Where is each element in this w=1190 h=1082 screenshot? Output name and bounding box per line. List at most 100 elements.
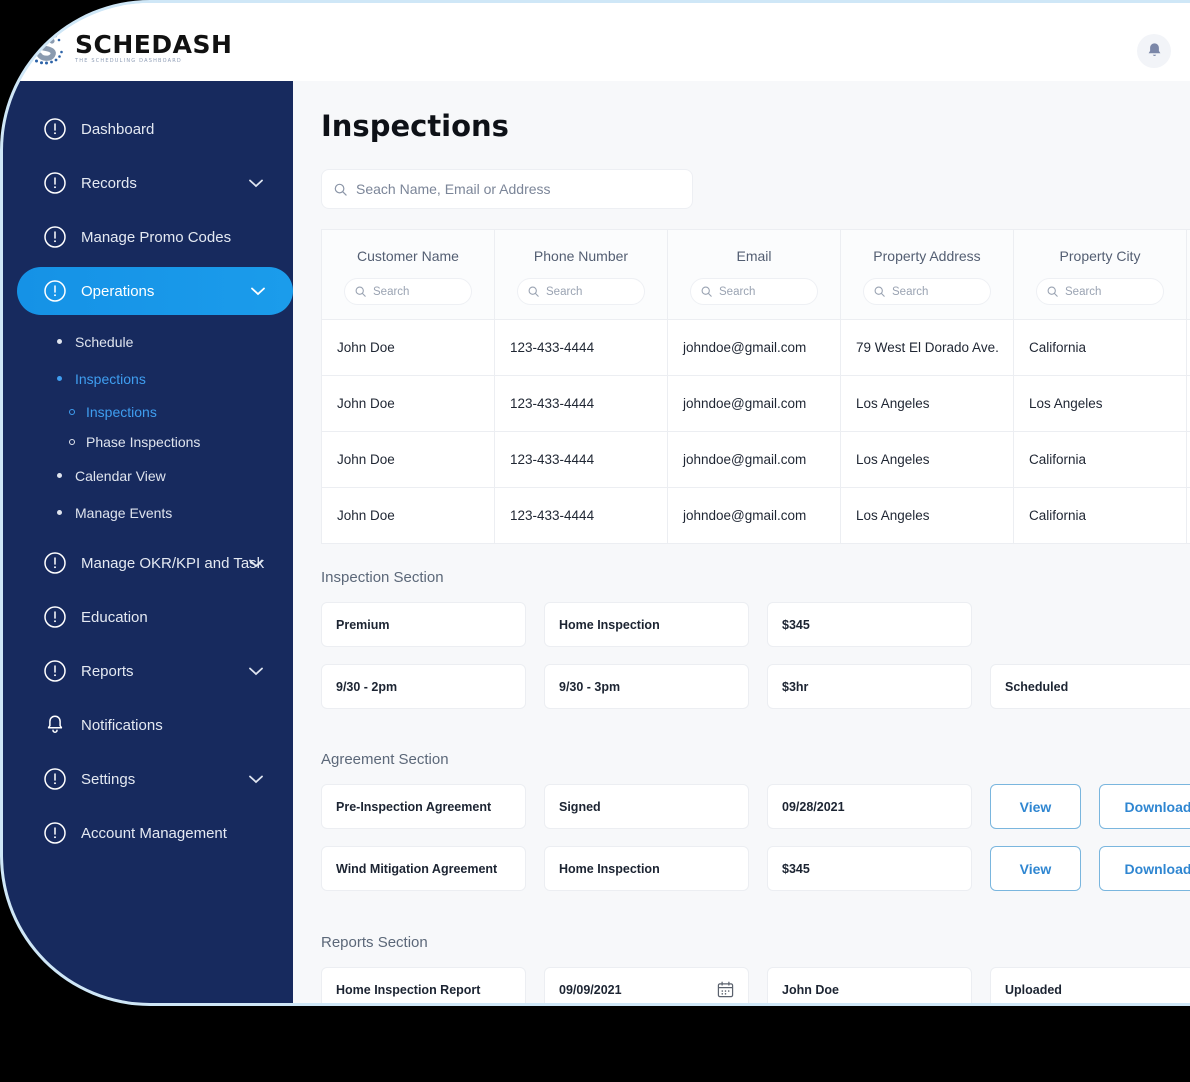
inspection-plan-field[interactable]: Premium (321, 602, 526, 647)
table-column-email: Email Search (668, 230, 841, 319)
calendar-icon[interactable] (717, 981, 734, 998)
cell-email: johndoe@gmail.com (668, 432, 841, 487)
inspection-start-time-field[interactable]: 9/30 - 2pm (321, 664, 526, 709)
agreement-name-field[interactable]: Wind Mitigation Agreement (321, 846, 526, 891)
bullet-icon (57, 339, 62, 344)
cell-property-address: Los Angeles (841, 376, 1014, 431)
sidebar-item-label: Manage OKR/KPI and Task (81, 554, 265, 572)
cell-phone-number: 123-433-4444 (495, 320, 668, 375)
sidebar-subitem-label: Phase Inspections (86, 434, 201, 450)
agreement-section-title: Agreement Section (321, 751, 449, 768)
sidebar-item-settings[interactable]: Settings (17, 755, 293, 803)
brand-logo[interactable]: SCHEDASH THE SCHEDULING DASHBOARD (25, 28, 232, 68)
table-row[interactable]: John Doe 123-433-4444 johndoe@gmail.com … (322, 319, 1190, 375)
schedash-logo-icon (28, 31, 63, 65)
column-filter-input[interactable]: Search (863, 278, 991, 305)
chevron-down-icon[interactable] (249, 667, 263, 676)
column-filter-input[interactable]: Search (517, 278, 645, 305)
search-icon (334, 183, 347, 196)
cell-customer-name: John Doe (322, 376, 495, 431)
inspection-type-field[interactable]: Home Inspection (544, 602, 749, 647)
sidebar-item-notifications[interactable]: Notifications (17, 701, 293, 749)
agreement-date-field[interactable]: 09/28/2021 (767, 784, 972, 829)
agreement-date-field[interactable]: $345 (767, 846, 972, 891)
inspection-end-time-field[interactable]: 9/30 - 3pm (544, 664, 749, 709)
cell-property-city: California (1014, 488, 1187, 543)
sidebar-subitem-manage-events[interactable]: Manage Events (3, 494, 293, 531)
sidebar-item-label: Operations (81, 282, 155, 300)
app-window: SCHEDASH THE SCHEDULING DASHBOARD Dashbo… (0, 0, 1190, 1006)
sidebar-subitem-phase-inspections[interactable]: Phase Inspections (3, 427, 293, 457)
agreement-row: Wind Mitigation Agreement Home Inspectio… (321, 846, 1190, 891)
sidebar-item-label: Settings (81, 770, 136, 788)
column-filter-input[interactable]: Search (344, 278, 472, 305)
inspection-status-field[interactable]: Scheduled (990, 664, 1190, 709)
report-status-field[interactable]: Uploaded (990, 967, 1190, 1003)
column-filter-input[interactable]: Search (690, 278, 818, 305)
agreement-status-field[interactable]: Signed (544, 784, 749, 829)
alert-circle-icon (44, 768, 66, 790)
bullet-icon (57, 376, 62, 381)
inspections-table: Customer Name Search Phone Number Search… (321, 229, 1190, 544)
inspection-duration-field[interactable]: $3hr (767, 664, 972, 709)
table-row[interactable]: John Doe 123-433-4444 johndoe@gmail.com … (322, 487, 1190, 543)
column-label: Phone Number (533, 248, 629, 264)
alert-circle-icon (44, 280, 66, 302)
alert-circle-icon (44, 660, 66, 682)
agreement-view-button[interactable]: View (990, 846, 1081, 891)
sidebar-item-education[interactable]: Education (17, 593, 293, 641)
sidebar-subitem-label: Calendar View (75, 467, 166, 484)
notifications-bell-button[interactable] (1137, 34, 1171, 68)
bullet-icon (57, 510, 62, 515)
sidebar-item-label: Reports (81, 662, 134, 680)
agreement-download-button[interactable]: Download (1099, 846, 1190, 891)
sidebar-item-records[interactable]: Records (17, 159, 293, 207)
table-column-customer-name: Customer Name Search (322, 230, 495, 319)
table-row[interactable]: John Doe 123-433-4444 johndoe@gmail.com … (322, 375, 1190, 431)
sidebar-item-label: Records (81, 174, 137, 192)
sidebar-subitem-inspections[interactable]: Inspections (3, 360, 293, 397)
sidebar-subitem-label: Manage Events (75, 504, 173, 521)
table-column-phone-number: Phone Number Search (495, 230, 668, 319)
sidebar-item-operations[interactable]: Operations (17, 267, 293, 315)
sidebar: Dashboard Records Manage Promo Codes Ope… (3, 81, 293, 1003)
cell-phone-number: 123-433-4444 (495, 488, 668, 543)
column-filter-placeholder: Search (719, 285, 756, 298)
sidebar-subitem-schedule[interactable]: Schedule (3, 323, 293, 360)
page-title: Inspections (321, 109, 509, 143)
column-label: Property Address (873, 248, 981, 264)
sidebar-item-account-management[interactable]: Account Management (17, 809, 293, 857)
agreement-status-field[interactable]: Home Inspection (544, 846, 749, 891)
report-name-field[interactable]: Home Inspection Report (321, 967, 526, 1003)
chevron-down-icon[interactable] (249, 775, 263, 784)
inspection-price-field[interactable]: $345 (767, 602, 972, 647)
chevron-down-icon[interactable] (251, 287, 265, 296)
sidebar-item-manage-promo-codes[interactable]: Manage Promo Codes (17, 213, 293, 261)
brand-name: SCHEDASH (75, 30, 233, 59)
sidebar-item-manage-okr-kpi-and-task[interactable]: Manage OKR/KPI and Task (17, 539, 293, 587)
sidebar-nav: Dashboard Records Manage Promo Codes Ope… (3, 81, 293, 857)
report-date-field[interactable]: 09/09/2021 (544, 967, 749, 1003)
search-input[interactable]: Seach Name, Email or Address (321, 169, 693, 209)
table-row[interactable]: John Doe 123-433-4444 johndoe@gmail.com … (322, 431, 1190, 487)
sidebar-subitem-calendar-view[interactable]: Calendar View (3, 457, 293, 494)
chevron-down-icon[interactable] (249, 559, 263, 568)
inspection-section: Inspection Section Premium Home Inspecti… (321, 569, 1190, 726)
agreement-name-field[interactable]: Pre-Inspection Agreement (321, 784, 526, 829)
sidebar-item-reports[interactable]: Reports (17, 647, 293, 695)
inspection-row-1: Premium Home Inspection $345 (321, 602, 1190, 647)
chevron-down-icon[interactable] (249, 179, 263, 188)
column-filter-input[interactable]: Search (1036, 278, 1164, 305)
sidebar-subitem-label: Inspections (86, 404, 157, 420)
agreement-download-button[interactable]: Download (1099, 784, 1190, 829)
bullet-icon (57, 473, 62, 478)
sidebar-item-dashboard[interactable]: Dashboard (17, 105, 293, 153)
agreement-row: Pre-Inspection Agreement Signed 09/28/20… (321, 784, 1190, 829)
column-filter-placeholder: Search (892, 285, 929, 298)
inspection-section-title: Inspection Section (321, 569, 444, 586)
agreement-view-button[interactable]: View (990, 784, 1081, 829)
sidebar-item-label: Education (81, 608, 148, 626)
report-person-field[interactable]: John Doe (767, 967, 972, 1003)
table-column-property-address: Property Address Search (841, 230, 1014, 319)
sidebar-subitem-inspections-child[interactable]: Inspections (3, 397, 293, 427)
